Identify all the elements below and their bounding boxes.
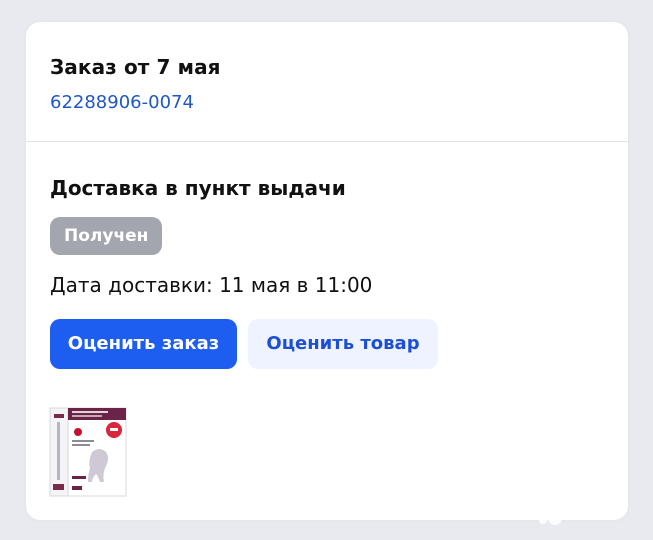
avito-watermark — [531, 496, 641, 532]
order-title: Заказ от 7 мая — [50, 55, 221, 79]
product-thumbnail[interactable] — [48, 406, 128, 500]
avito-logo-icon — [535, 502, 562, 525]
order-card: Заказ от 7 мая 62288906-0074 Доставка в … — [26, 22, 628, 520]
pet-food-package-icon — [49, 407, 127, 497]
rate-order-button[interactable]: Оценить заказ — [50, 319, 237, 369]
delivery-title: Доставка в пункт выдачи — [50, 176, 346, 200]
order-number-link[interactable]: 62288906-0074 — [50, 92, 194, 113]
delivery-date: Дата доставки: 11 мая в 11:00 — [50, 273, 373, 297]
rate-product-button[interactable]: Оценить товар — [248, 319, 438, 369]
divider — [26, 141, 628, 142]
status-badge: Получен — [50, 217, 163, 255]
